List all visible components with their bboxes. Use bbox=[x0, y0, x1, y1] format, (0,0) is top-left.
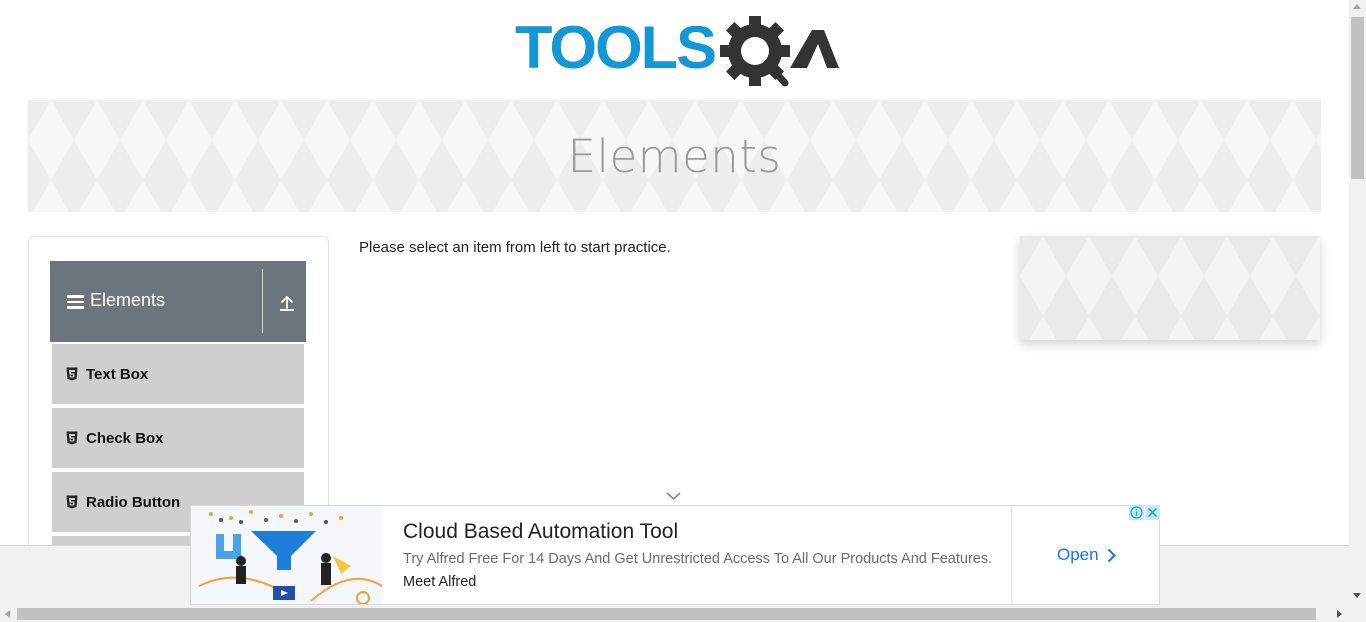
horizontal-scroll-thumb[interactable] bbox=[17, 608, 1316, 620]
ad-headline[interactable]: Cloud Based Automation Tool bbox=[403, 520, 678, 544]
upload-arrow-icon[interactable] bbox=[278, 294, 296, 312]
scroll-right-arrow-icon[interactable] bbox=[1337, 610, 1342, 618]
page-title: Elements bbox=[567, 129, 782, 183]
logo-text-tools: TOOLS bbox=[515, 16, 715, 81]
elements-group-header[interactable]: Elements bbox=[50, 261, 306, 342]
html5-icon bbox=[66, 367, 78, 381]
sidebar-item-text-box[interactable]: Text Box bbox=[51, 343, 305, 405]
sidebar-item-label: Radio Button bbox=[86, 493, 181, 511]
scroll-down-arrow-icon[interactable] bbox=[1353, 593, 1361, 598]
ad-description: Try Alfred Free For 14 Days And Get Unre… bbox=[403, 551, 993, 567]
intro-text: Please select an item from left to start… bbox=[359, 239, 671, 256]
side-ad-placeholder bbox=[1020, 236, 1320, 340]
vertical-scrollbar[interactable] bbox=[1349, 0, 1366, 606]
chevron-down-icon[interactable] bbox=[666, 491, 681, 501]
sidebar-item-check-box[interactable]: Check Box bbox=[51, 407, 305, 469]
ad-illustration bbox=[191, 506, 382, 604]
info-icon[interactable] bbox=[1129, 505, 1144, 520]
page-banner: Elements bbox=[28, 100, 1321, 212]
chevron-right-icon bbox=[1107, 548, 1116, 562]
ad-brand: Meet Alfred bbox=[403, 574, 477, 590]
logo-letter-a bbox=[790, 30, 839, 68]
hamburger-icon bbox=[67, 295, 84, 309]
scroll-left-arrow-icon[interactable] bbox=[5, 610, 10, 618]
toolsqa-logo[interactable]: TOOLS QA bbox=[515, 16, 840, 92]
horizontal-scrollbar[interactable] bbox=[0, 606, 1366, 622]
ad-open-button[interactable]: Open bbox=[1057, 545, 1116, 565]
html5-icon bbox=[66, 495, 78, 509]
close-icon[interactable] bbox=[1145, 505, 1160, 520]
ad-divider bbox=[1011, 506, 1012, 604]
gear-magnifier-icon bbox=[720, 16, 790, 87]
scroll-up-arrow-icon[interactable] bbox=[1353, 4, 1361, 9]
group-title: Elements bbox=[90, 290, 166, 310]
vertical-scroll-thumb[interactable] bbox=[1351, 17, 1364, 179]
ad-banner[interactable]: Cloud Based Automation Tool Try Alfred F… bbox=[190, 505, 1160, 605]
ad-open-label: Open bbox=[1057, 545, 1099, 564]
logo-text-qa: QA bbox=[783, 66, 785, 69]
sidebar-item-label: Check Box bbox=[86, 429, 164, 447]
divider bbox=[262, 269, 263, 333]
sidebar-item-label: Text Box bbox=[86, 365, 149, 383]
html5-icon bbox=[66, 431, 78, 445]
